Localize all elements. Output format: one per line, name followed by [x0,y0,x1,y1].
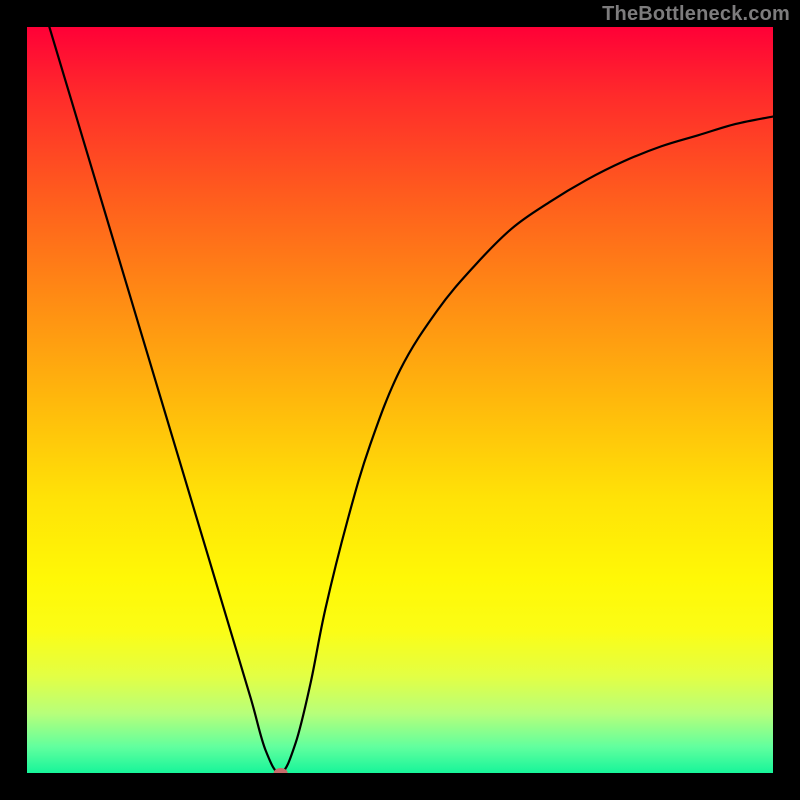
bottleneck-curve [27,27,773,773]
chart-plot-area [27,27,773,773]
outer-frame: TheBottleneck.com [0,0,800,800]
watermark-text: TheBottleneck.com [602,3,790,26]
